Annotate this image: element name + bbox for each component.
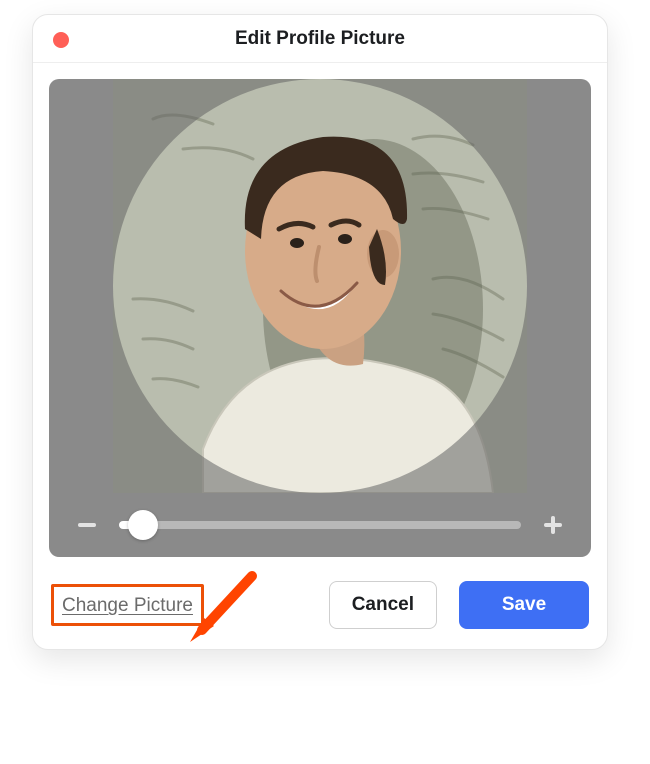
edit-profile-picture-dialog: Edit Profile Picture (32, 14, 608, 650)
dialog-titlebar: Edit Profile Picture (33, 15, 607, 63)
dialog-body: Change Picture Cancel Save (33, 63, 607, 649)
zoom-slider[interactable] (119, 511, 521, 539)
profile-photo (113, 79, 527, 493)
save-button[interactable]: Save (459, 581, 589, 629)
zoom-out-icon[interactable] (73, 511, 101, 539)
annotation-highlight-box: Change Picture (51, 584, 204, 626)
close-icon[interactable] (53, 32, 69, 48)
change-picture-link[interactable]: Change Picture (62, 595, 193, 617)
slider-thumb[interactable] (128, 510, 158, 540)
cancel-button[interactable]: Cancel (329, 581, 437, 629)
dialog-title: Edit Profile Picture (235, 28, 405, 50)
image-stage[interactable] (49, 79, 591, 493)
zoom-controls (49, 493, 591, 557)
dialog-button-row: Change Picture Cancel Save (49, 581, 591, 629)
zoom-in-icon[interactable] (539, 511, 567, 539)
slider-track-empty (143, 521, 521, 529)
image-editor (49, 79, 591, 557)
profile-photo-crop-area[interactable] (113, 79, 527, 493)
